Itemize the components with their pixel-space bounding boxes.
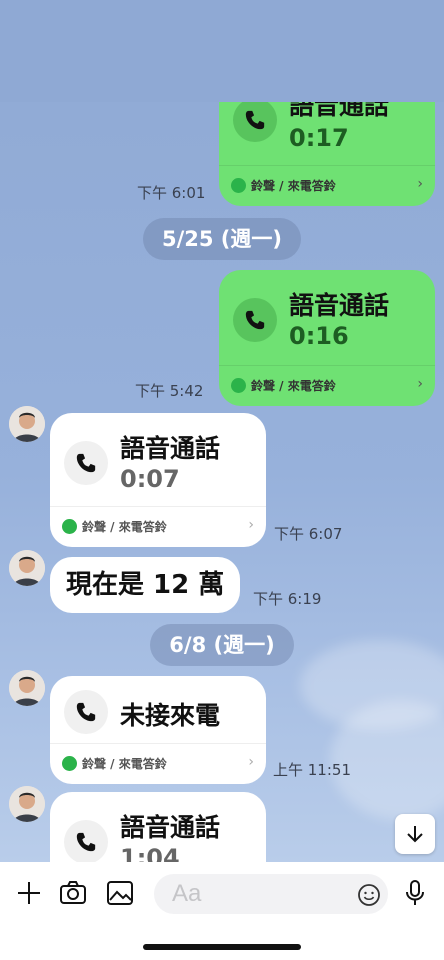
battery-icon	[382, 20, 412, 36]
message-time: 下午 6:19	[253, 590, 322, 608]
music-note-icon	[231, 378, 246, 393]
emoji-icon[interactable]	[357, 883, 381, 907]
calendar-icon[interactable]: 31	[350, 66, 376, 92]
phone-icon	[245, 310, 265, 330]
location-arrow-icon	[91, 21, 105, 35]
message-time: 下午 6:01	[137, 184, 206, 202]
call-duration: 0:16	[289, 322, 349, 350]
call-bubble[interactable]: 語音通話 0:07 鈴聲 / 來電答鈴 ›	[50, 413, 266, 547]
call-duration: 0:17	[289, 124, 349, 152]
network-type: 5G	[354, 19, 377, 37]
image-icon[interactable]	[105, 878, 135, 908]
ringtone-label: 鈴聲 / 來電答鈴	[251, 379, 336, 393]
avatar[interactable]	[9, 786, 45, 822]
ringtone-link[interactable]: 鈴聲 / 來電答鈴 ›	[50, 743, 266, 784]
notification-dot	[422, 61, 430, 69]
chevron-right-icon: ›	[248, 517, 254, 533]
chat-header: 瑞峰 31	[0, 58, 444, 100]
camera-icon[interactable]	[58, 878, 88, 908]
date-separator: 5/21 (週四)	[145, 20, 299, 62]
text-bubble[interactable]: 現在是 12 萬	[50, 557, 241, 613]
message-time: 上午 11:51	[273, 761, 351, 779]
call-title: 語音通話	[289, 291, 390, 320]
plus-icon[interactable]	[14, 878, 44, 908]
arrow-down-icon	[407, 826, 423, 843]
microphone-icon[interactable]	[400, 878, 430, 908]
call-icon-circle	[64, 690, 108, 734]
call-duration: 1:04	[120, 844, 180, 862]
calendar-day: 31	[358, 78, 368, 88]
date-separator: 6/8 (週一)	[150, 624, 294, 666]
avatar[interactable]	[9, 550, 45, 586]
chevron-right-icon: ›	[417, 176, 423, 192]
status-time: 3:56	[38, 17, 86, 39]
back-icon[interactable]	[14, 66, 38, 92]
chevron-right-icon: ›	[417, 376, 423, 392]
signal-icon	[325, 22, 347, 36]
phone-icon[interactable]	[302, 66, 328, 92]
ringtone-label: 鈴聲 / 來電答鈴	[251, 179, 336, 193]
phone-icon	[245, 110, 265, 130]
call-icon-circle	[233, 298, 277, 342]
call-bubble[interactable]: 語音通話 1:04	[50, 792, 266, 862]
ringtone-link[interactable]: 鈴聲 / 來電答鈴 ›	[219, 165, 435, 206]
menu-icon[interactable]	[399, 66, 425, 92]
call-bubble[interactable]: 語音通話 0:16 鈴聲 / 來電答鈴 ›	[219, 270, 435, 406]
search-icon[interactable]	[254, 66, 280, 92]
music-note-icon	[231, 178, 246, 193]
call-duration: 0:07	[120, 465, 180, 493]
ringtone-label: 鈴聲 / 來電答鈴	[82, 757, 167, 771]
call-title: 語音通話	[120, 434, 221, 463]
music-note-icon	[62, 519, 77, 534]
message-time: 下午 5:42	[135, 382, 204, 400]
message-time: 下午 6:07	[274, 525, 343, 543]
phone-icon	[76, 832, 96, 852]
call-icon-circle	[64, 820, 108, 862]
call-title: 語音通話	[120, 813, 221, 842]
scroll-to-bottom-button[interactable]	[395, 814, 435, 854]
music-note-icon	[62, 756, 77, 771]
ringtone-link[interactable]: 鈴聲 / 來電答鈴 ›	[219, 365, 435, 406]
chat-title: 瑞峰	[50, 72, 86, 93]
call-icon-circle	[233, 102, 277, 142]
missed-call-bubble[interactable]: 未接來電 鈴聲 / 來電答鈴 ›	[50, 676, 266, 784]
ringtone-label: 鈴聲 / 來電答鈴	[82, 520, 167, 534]
avatar[interactable]	[9, 670, 45, 706]
call-icon-circle	[64, 441, 108, 485]
date-separator: 5/25 (週一)	[143, 218, 301, 260]
call-title: 未接來電	[120, 701, 221, 730]
phone-icon	[76, 702, 96, 722]
ringtone-link[interactable]: 鈴聲 / 來電答鈴 ›	[50, 506, 266, 547]
home-indicator	[143, 944, 301, 950]
chevron-right-icon: ›	[248, 754, 254, 770]
avatar[interactable]	[9, 406, 45, 442]
phone-icon	[76, 453, 96, 473]
message-input[interactable]	[154, 874, 388, 914]
